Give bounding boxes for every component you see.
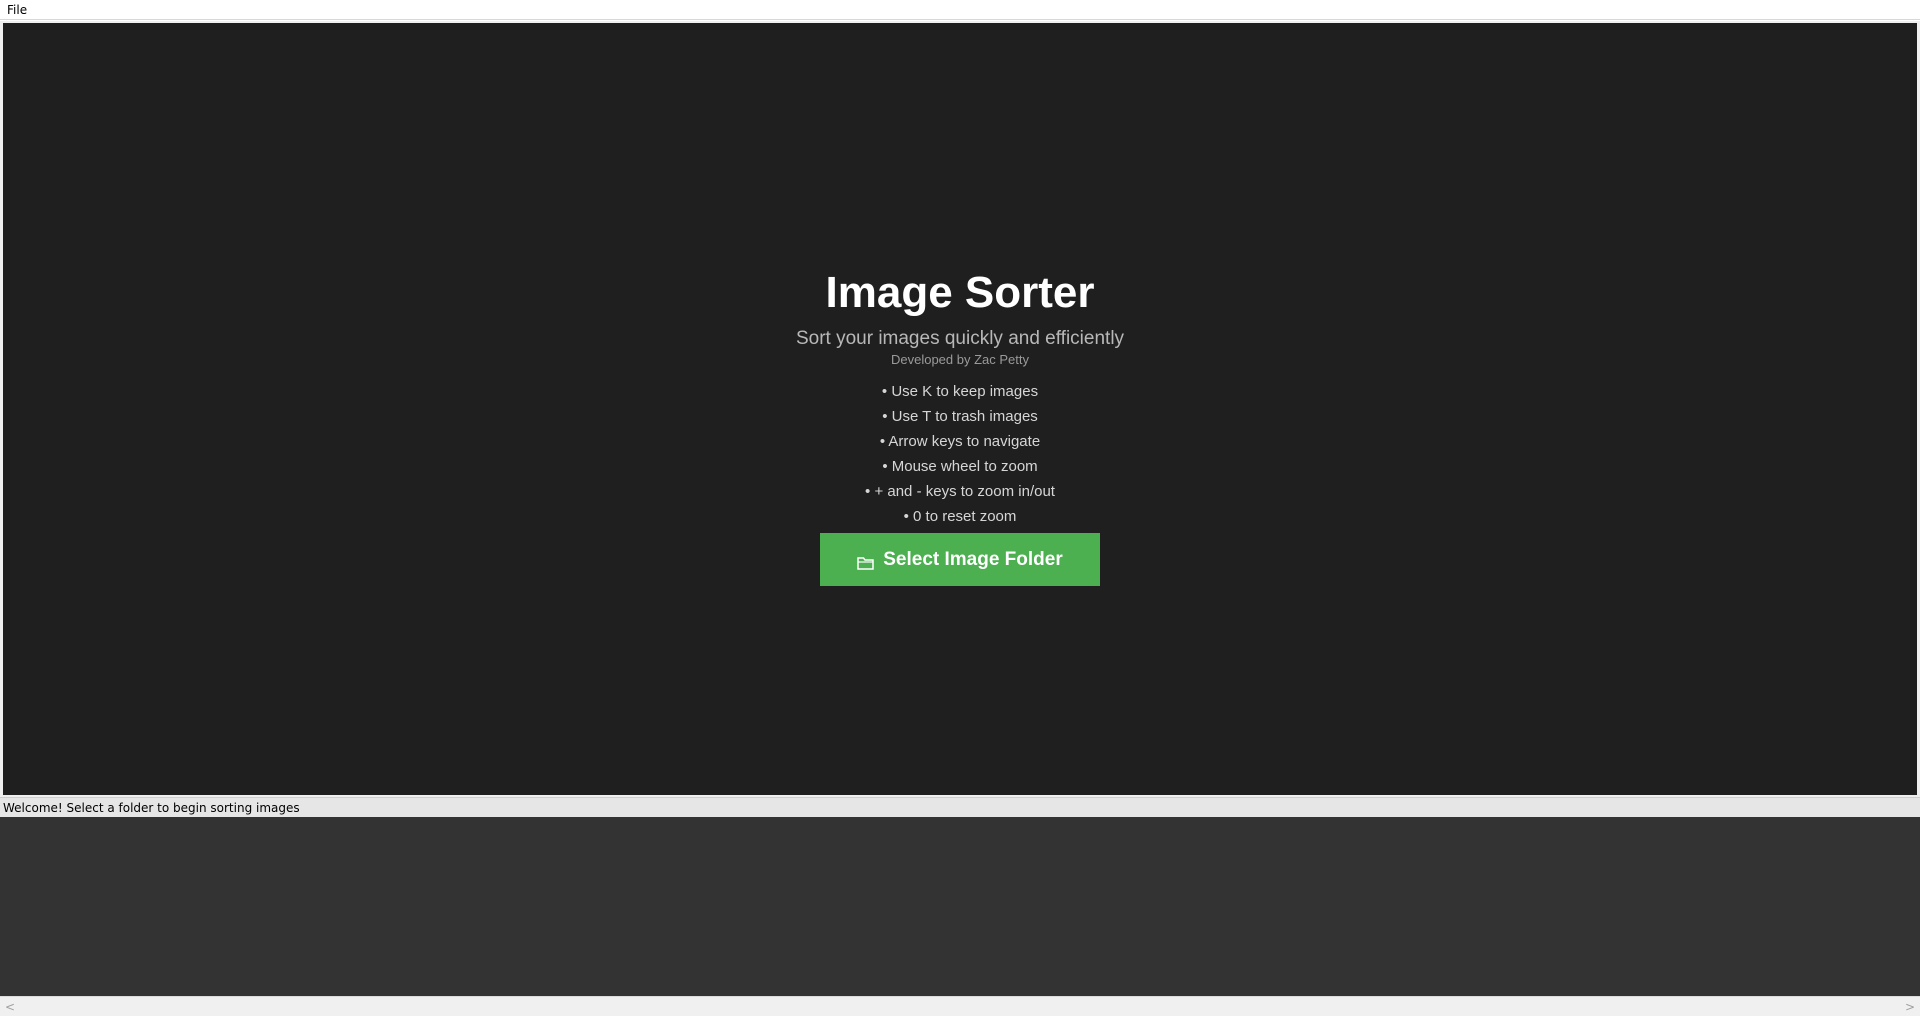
instruction-item: • Mouse wheel to zoom — [882, 458, 1038, 475]
instructions-list: • Use K to keep images • Use T to trash … — [3, 379, 1917, 529]
scroll-right-icon[interactable]: > — [1902, 999, 1918, 1015]
select-image-folder-button[interactable]: Select Image Folder — [820, 533, 1100, 586]
thumbnail-panel[interactable] — [0, 817, 1920, 996]
developer-credit: Developed by Zac Petty — [890, 352, 1030, 367]
instruction-item: • Use T to trash images — [882, 408, 1038, 425]
menu-bar: File — [0, 0, 1920, 20]
scroll-left-icon[interactable]: < — [2, 999, 18, 1015]
instruction-item: • Use K to keep images — [881, 383, 1039, 400]
instruction-item: • Arrow keys to navigate — [879, 433, 1041, 450]
horizontal-scrollbar[interactable]: < > — [0, 996, 1920, 1016]
select-image-folder-label: Select Image Folder — [883, 548, 1063, 570]
status-bar: Welcome! Select a folder to begin sortin… — [0, 797, 1920, 817]
instruction-item: • + and - keys to zoom in/out — [865, 483, 1055, 500]
app-title: Image Sorter — [825, 268, 1095, 317]
image-canvas[interactable]: Image Sorter Sort your images quickly an… — [3, 23, 1917, 795]
scroll-track[interactable] — [20, 999, 1900, 1015]
app-subtitle: Sort your images quickly and efficiently — [795, 328, 1125, 349]
status-text: Welcome! Select a folder to begin sortin… — [3, 801, 300, 815]
main-canvas-frame: Image Sorter Sort your images quickly an… — [0, 21, 1920, 797]
folder-icon — [857, 554, 875, 570]
instruction-item: • 0 to reset zoom — [903, 508, 1017, 525]
menu-file[interactable]: File — [7, 3, 27, 17]
